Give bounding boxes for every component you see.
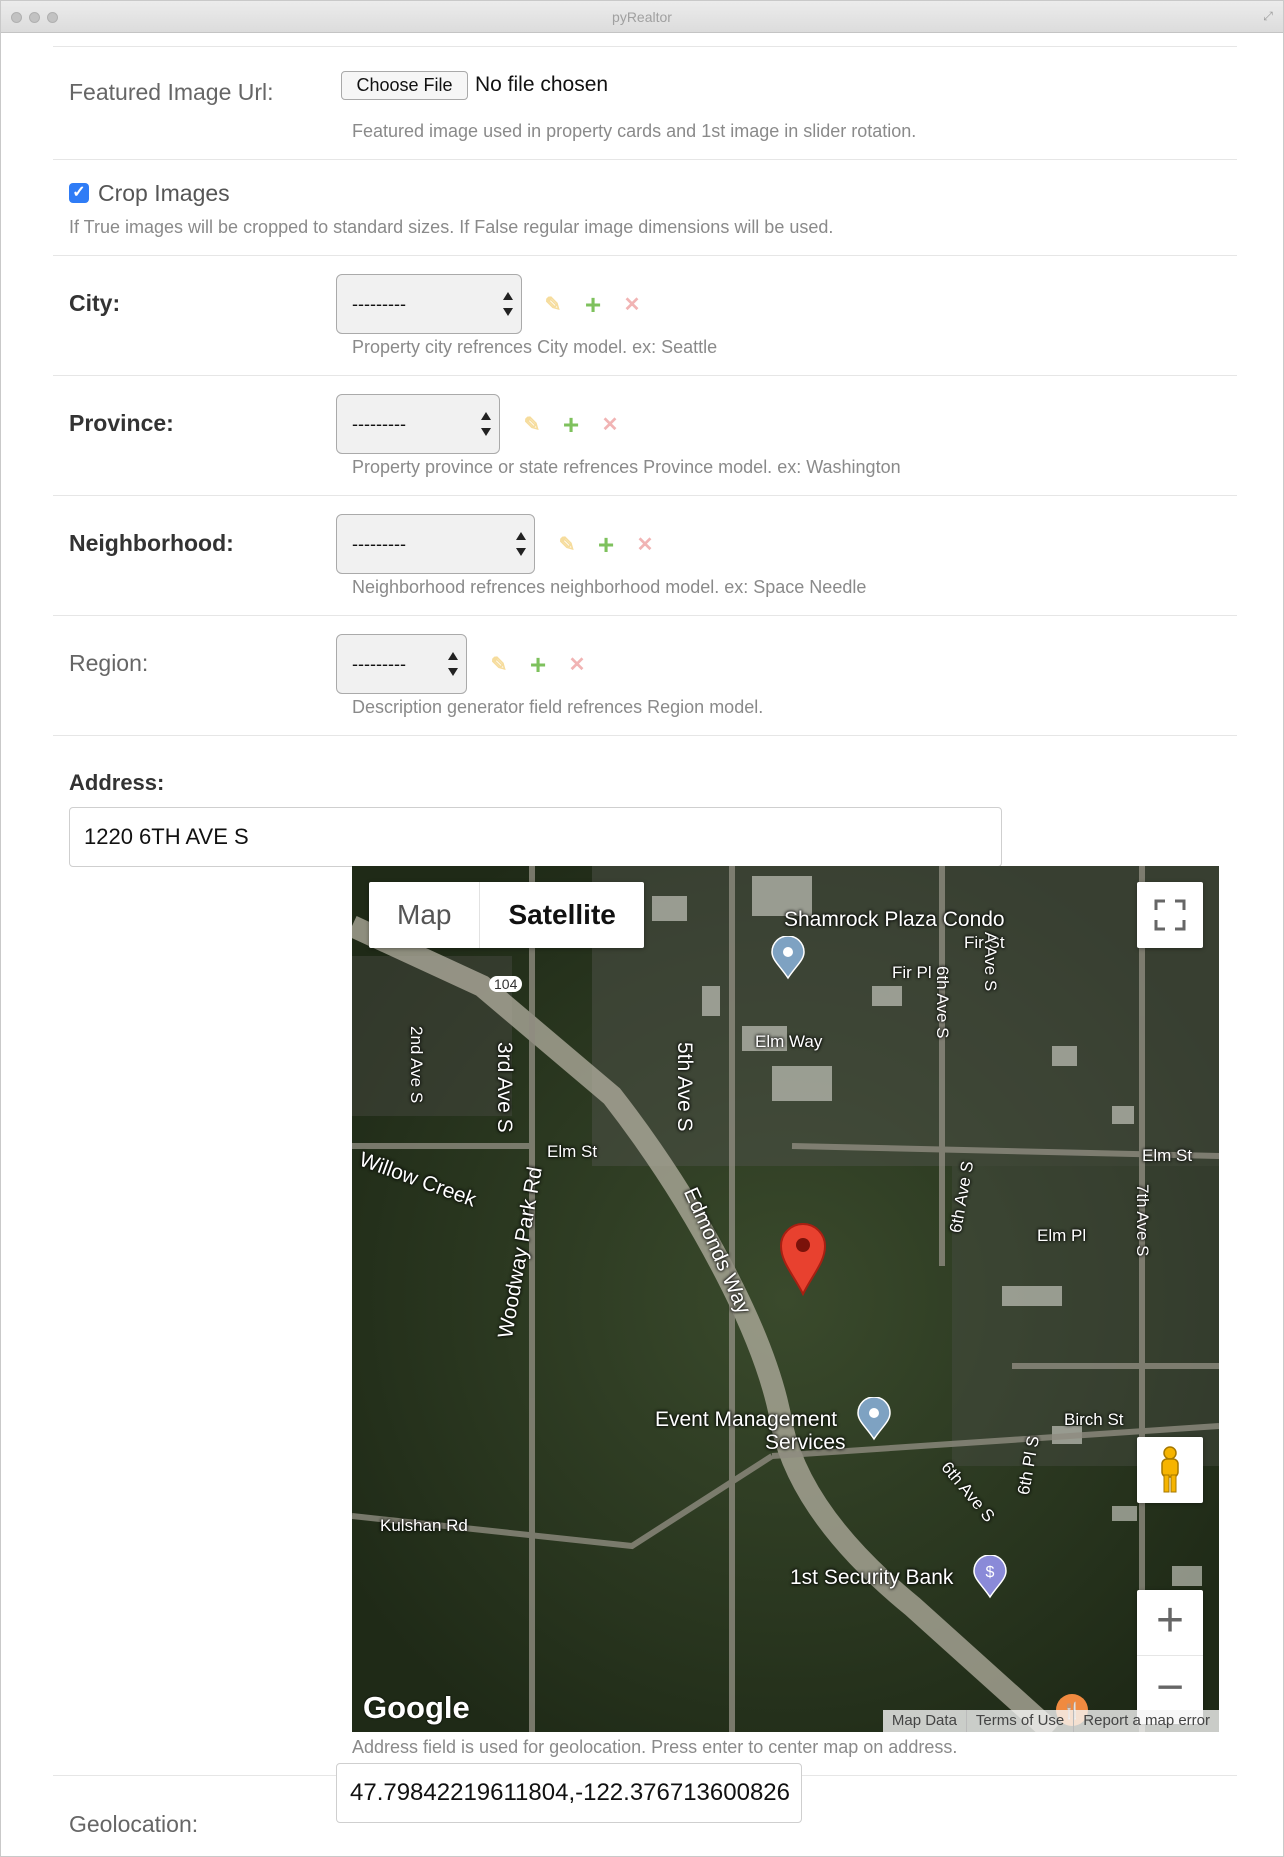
- crop-images-checkbox[interactable]: ✓: [69, 183, 89, 203]
- map-label: 1st Security Bank: [790, 1566, 954, 1589]
- location-marker-icon[interactable]: [779, 1222, 827, 1296]
- map-type-satellite-tab[interactable]: Satellite: [480, 882, 643, 948]
- add-neighborhood-plus-icon[interactable]: +: [596, 531, 616, 559]
- map-label: Birch St: [1064, 1410, 1124, 1429]
- geolocation-input[interactable]: 47.79842219611804,-122.376713600826: [336, 1763, 802, 1823]
- city-select-value: ---------: [352, 294, 406, 314]
- geolocation-map[interactable]: Map Satellite + − $ Shamrock Plaza Condo…: [352, 866, 1219, 1732]
- province-select[interactable]: ---------: [336, 394, 500, 454]
- select-arrows-icon: [503, 292, 513, 316]
- map-label: Event Management: [655, 1408, 838, 1431]
- map-type-control: Map Satellite: [369, 882, 644, 948]
- select-arrows-icon: [516, 532, 526, 556]
- address-input[interactable]: 1220 6TH AVE S: [69, 807, 1002, 867]
- map-label: Elm St: [1142, 1146, 1193, 1165]
- crop-images-label[interactable]: Crop Images: [98, 180, 230, 207]
- edit-neighborhood-pencil-icon[interactable]: ✎: [557, 535, 577, 555]
- file-status-text: No file chosen: [475, 73, 609, 96]
- city-label: City:: [69, 290, 121, 316]
- fullscreen-icon: [1154, 899, 1186, 931]
- map-label: Fir Pl: [892, 963, 932, 982]
- pegman-icon: [1161, 1446, 1179, 1493]
- map-label: Elm St: [547, 1142, 598, 1161]
- route-shield: 104: [489, 976, 523, 992]
- region-help: Description generator field refrences Re…: [352, 697, 764, 717]
- address-label: Address:: [69, 770, 165, 795]
- divider: [53, 46, 1237, 47]
- region-label: Region:: [69, 650, 149, 676]
- map-label: 6th Ave S: [933, 966, 952, 1039]
- edit-region-pencil-icon[interactable]: ✎: [489, 655, 509, 675]
- city-help: Property city refrences City model. ex: …: [352, 337, 718, 357]
- featured-image-label: Featured Image Url:: [69, 79, 274, 105]
- map-label: Kulshan Rd: [380, 1516, 468, 1535]
- region-select[interactable]: ---------: [336, 634, 467, 694]
- app-window: pyRealtor ⤢ Featured Image Url: Choose F…: [0, 0, 1284, 1857]
- map-label: Elm Pl: [1037, 1226, 1087, 1245]
- poi-pin-icon[interactable]: [770, 936, 806, 980]
- select-arrows-icon: [448, 652, 458, 676]
- region-select-value: ---------: [352, 654, 406, 674]
- featured-image-help: Featured image used in property cards an…: [352, 121, 917, 141]
- svg-text:$: $: [986, 1564, 995, 1581]
- poi-pin-icon[interactable]: [856, 1397, 892, 1441]
- delete-region-x-icon[interactable]: ✕: [567, 655, 587, 675]
- divider: [53, 615, 1237, 616]
- geolocation-label: Geolocation:: [69, 1811, 199, 1837]
- add-region-plus-icon[interactable]: +: [528, 651, 548, 679]
- street-view-pegman-button[interactable]: [1137, 1437, 1203, 1503]
- province-label: Province:: [69, 410, 174, 436]
- choose-file-button[interactable]: Choose File: [341, 71, 468, 100]
- map-label: 5th Ave S: [673, 1042, 696, 1132]
- neighborhood-select[interactable]: ---------: [336, 514, 535, 574]
- divider: [53, 495, 1237, 496]
- add-city-plus-icon[interactable]: +: [583, 291, 603, 319]
- divider: [53, 255, 1237, 256]
- divider: [53, 375, 1237, 376]
- map-label: A Ave S: [981, 932, 1000, 992]
- map-fullscreen-button[interactable]: [1137, 882, 1203, 948]
- bank-pin-icon[interactable]: $: [972, 1555, 1008, 1599]
- map-label: Elm Way: [755, 1032, 823, 1051]
- title-bar: pyRealtor ⤢: [1, 1, 1283, 33]
- map-label: 7th Ave S: [1133, 1184, 1152, 1257]
- zoom-control: + −: [1137, 1590, 1203, 1724]
- neighborhood-select-value: ---------: [352, 534, 406, 554]
- fullscreen-window-icon[interactable]: ⤢: [1261, 9, 1275, 23]
- delete-neighborhood-x-icon[interactable]: ✕: [635, 535, 655, 555]
- delete-province-x-icon[interactable]: ✕: [600, 415, 620, 435]
- zoom-in-button[interactable]: +: [1137, 1590, 1203, 1656]
- address-help: Address field is used for geolocation. P…: [352, 1737, 958, 1757]
- neighborhood-help: Neighborhood refrences neighborhood mode…: [352, 577, 867, 597]
- select-arrows-icon: [481, 412, 491, 436]
- edit-province-pencil-icon[interactable]: ✎: [522, 415, 542, 435]
- city-select[interactable]: ---------: [336, 274, 522, 334]
- satellite-imagery: [352, 866, 1219, 1732]
- map-type-map-tab[interactable]: Map: [369, 882, 481, 948]
- neighborhood-label: Neighborhood:: [69, 530, 234, 556]
- province-help: Property province or state refrences Pro…: [352, 457, 901, 477]
- window-title: pyRealtor: [612, 9, 672, 25]
- divider: [53, 159, 1237, 160]
- edit-city-pencil-icon[interactable]: ✎: [543, 295, 563, 315]
- add-province-plus-icon[interactable]: +: [561, 411, 581, 439]
- divider: [53, 735, 1237, 736]
- google-logo: Google: [363, 1690, 470, 1725]
- delete-city-x-icon[interactable]: ✕: [622, 295, 642, 315]
- map-label: Shamrock Plaza Condo: [784, 908, 1005, 931]
- map-label: 2nd Ave S: [407, 1026, 426, 1104]
- admin-form: Featured Image Url: Choose File No file …: [1, 33, 1283, 1856]
- map-data-link[interactable]: Map Data: [883, 1710, 966, 1732]
- map-label: 3rd Ave S: [493, 1042, 516, 1133]
- map-attribution: Map Data Terms of Use Report a map error: [882, 1710, 1219, 1732]
- report-map-error-link[interactable]: Report a map error: [1073, 1710, 1219, 1732]
- province-select-value: ---------: [352, 414, 406, 434]
- terms-of-use-link[interactable]: Terms of Use: [965, 1710, 1073, 1732]
- map-label: Services: [765, 1431, 846, 1454]
- crop-images-help: If True images will be cropped to standa…: [69, 217, 834, 237]
